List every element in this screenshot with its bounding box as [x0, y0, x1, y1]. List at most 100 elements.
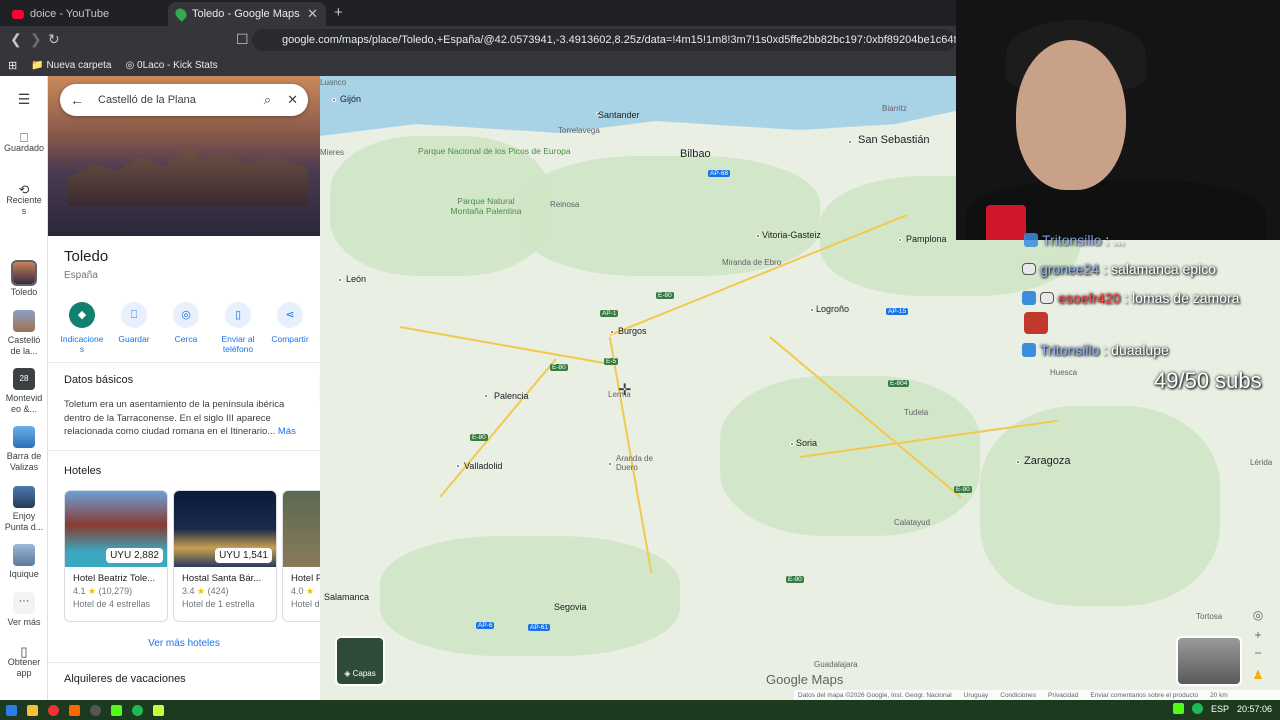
apps-grid-icon[interactable]: ⊞ — [8, 59, 17, 72]
system-tray: ESP 20:57:06 — [1172, 703, 1272, 714]
terms-link[interactable]: Condiciones — [1000, 692, 1036, 699]
highway-shield: E-90 — [786, 576, 804, 583]
search-icon[interactable]: ⌕ — [264, 92, 271, 108]
see-more-hotels-link[interactable]: Ver más hoteles — [48, 638, 320, 649]
app-icon[interactable] — [69, 704, 80, 716]
share-button[interactable]: ⋖ Compartir — [264, 302, 316, 354]
rail-place-enjoy[interactable]: Enjoy Punta d... — [0, 486, 48, 533]
forward-icon[interactable]: ❯ — [30, 31, 42, 48]
app-icon[interactable] — [153, 704, 164, 716]
save-button[interactable]: ⎕ Guardar — [108, 302, 160, 354]
place-thumbnail — [11, 260, 37, 286]
chat-badge-icon — [1022, 343, 1036, 357]
more-link[interactable]: Más — [278, 426, 296, 437]
obs-icon[interactable] — [90, 704, 101, 716]
kick-icon[interactable] — [111, 704, 122, 716]
address-bar[interactable]: google.com/maps/place/Toledo,+España/@42… — [252, 29, 956, 51]
rail-label: Ver más — [7, 617, 41, 627]
phone-icon: ▯ — [225, 302, 251, 328]
region-link[interactable]: Uruguay — [964, 692, 989, 699]
reload-icon[interactable]: ↻ — [48, 31, 60, 48]
city-dot — [1016, 460, 1020, 464]
zoom-out-button[interactable]: − — [1249, 646, 1267, 660]
chat-message: Tritonsillo : duaalupe — [1022, 342, 1169, 358]
city-dot — [338, 278, 342, 282]
share-icon: ⋖ — [277, 302, 303, 328]
action-label: Compartir — [271, 334, 309, 344]
rail-recent[interactable]: ⟲ Reciente s — [0, 183, 48, 217]
star-icon: ★ — [88, 586, 97, 596]
map-label-segovia: Segovia — [554, 602, 587, 612]
chat-text: : lomas de zamora — [1124, 290, 1240, 306]
layers-button[interactable]: ◈ Capas — [335, 636, 385, 686]
tab-label: doice - YouTube — [30, 8, 110, 20]
rail-saved[interactable]: ⎕ Guardado — [0, 130, 48, 154]
hotel-rating: 4.1 ★ (10,279) — [65, 584, 167, 597]
map-label-calatayud: Calatayud — [894, 518, 931, 527]
back-arrow-icon[interactable]: ← — [70, 92, 84, 108]
close-icon[interactable]: ✕ — [287, 92, 298, 108]
tray-icon[interactable] — [1172, 703, 1184, 714]
bookmark-star-icon[interactable]: ☐ — [236, 31, 249, 48]
place-thumbnail — [13, 486, 35, 508]
browser-icon[interactable] — [48, 704, 59, 716]
zoom-in-button[interactable]: + — [1249, 628, 1267, 642]
chat-user: Tritonsillo — [1040, 342, 1100, 358]
pegman-icon[interactable]: ♟ — [1249, 668, 1267, 682]
rail-get-app[interactable]: ▯ Obtener app — [0, 644, 48, 679]
map-attribution: Datos del mapa ©2026 Google, Inst. Geogr… — [794, 690, 1280, 700]
feedback-link[interactable]: Enviar comentarios sobre el producto — [1090, 692, 1198, 699]
hotel-card[interactable]: UYU 1,541 Hostal Santa Bár... 3.4 ★ (424… — [173, 490, 277, 622]
start-icon[interactable] — [6, 704, 17, 716]
tab-youtube[interactable]: doice - YouTube — [4, 2, 164, 26]
search-box[interactable]: ← Castelló de la Plana ⌕ ✕ — [60, 84, 308, 116]
map-label-tudela: Tudela — [904, 408, 929, 417]
close-tab-icon[interactable]: ✕ — [307, 6, 318, 22]
rail-place-valizas[interactable]: Barra de Valizas — [0, 426, 48, 473]
privacy-link[interactable]: Privacidad — [1048, 692, 1078, 699]
map-label-picos-europa: Parque Nacional de los Picos de Europa — [418, 146, 571, 156]
search-input[interactable]: Castelló de la Plana — [98, 94, 264, 106]
basics-heading: Datos básicos — [64, 374, 134, 386]
action-label: Enviar al teléfono — [221, 334, 255, 354]
hotel-card[interactable]: Hotel P 4.0 ★ Hotel d — [282, 490, 320, 622]
rail-more[interactable]: ··· Ver más — [0, 592, 48, 628]
city-dot — [810, 308, 814, 312]
place-title: Toledo — [64, 248, 109, 265]
tab-google-maps[interactable]: Toledo - Google Maps ✕ — [168, 2, 326, 26]
rail-place-iquique[interactable]: Iquique — [0, 544, 48, 580]
tray-icon[interactable] — [1191, 703, 1203, 714]
send-to-phone-button[interactable]: ▯ Enviar al teléfono — [212, 302, 264, 354]
hotel-rating: 4.0 ★ — [283, 584, 320, 597]
directions-button[interactable]: ◆ Indicacione s — [56, 302, 108, 354]
bookmark-kick-stats[interactable]: ◎ 0Laco - Kick Stats — [126, 60, 218, 71]
bookmark-folder[interactable]: 📁 Nueva carpeta — [31, 60, 111, 71]
scale-bar[interactable]: 20 km — [1210, 692, 1228, 699]
clock[interactable]: 20:57:06 — [1237, 704, 1272, 714]
new-tab-icon[interactable]: + — [334, 4, 343, 21]
place-thumbnail — [13, 310, 35, 332]
rail-label: Iquique — [9, 569, 39, 579]
my-location-icon[interactable]: ◎ — [1249, 608, 1267, 622]
chat-text: : salamanca epico — [1103, 261, 1217, 277]
hotel-price: UYU 1,541 — [215, 548, 272, 563]
file-explorer-icon[interactable] — [27, 704, 38, 716]
back-icon[interactable]: ❮ — [10, 31, 22, 48]
nearby-button[interactable]: ◎ Cerca — [160, 302, 212, 354]
hotel-card[interactable]: UYU 2,882 Hotel Beatriz Tole... 4.1 ★ (1… — [64, 490, 168, 622]
rail-place-castello[interactable]: Castelló de la... — [0, 310, 48, 357]
attribution-text: Datos del mapa ©2026 Google, Inst. Geogr… — [798, 691, 952, 699]
rail-place-montevideo[interactable]: 28 Montevid eo &... — [0, 368, 48, 415]
hotel-class: Hotel de 1 estrella — [182, 599, 255, 609]
rail-place-toledo[interactable]: Toledo — [0, 260, 48, 298]
phone-icon: ▯ — [20, 644, 28, 659]
hotel-name: Hostal Santa Bár... — [182, 573, 262, 584]
bookmark-icon: ⎕ — [20, 130, 28, 145]
review-count: (424) — [207, 586, 229, 596]
layers-label: Capas — [352, 669, 376, 678]
street-view-preview[interactable] — [1176, 636, 1242, 686]
spotify-icon[interactable] — [132, 704, 143, 716]
language-indicator[interactable]: ESP — [1211, 704, 1229, 714]
menu-icon[interactable]: ☰ — [0, 92, 48, 106]
badge-text: 28 — [19, 374, 29, 383]
